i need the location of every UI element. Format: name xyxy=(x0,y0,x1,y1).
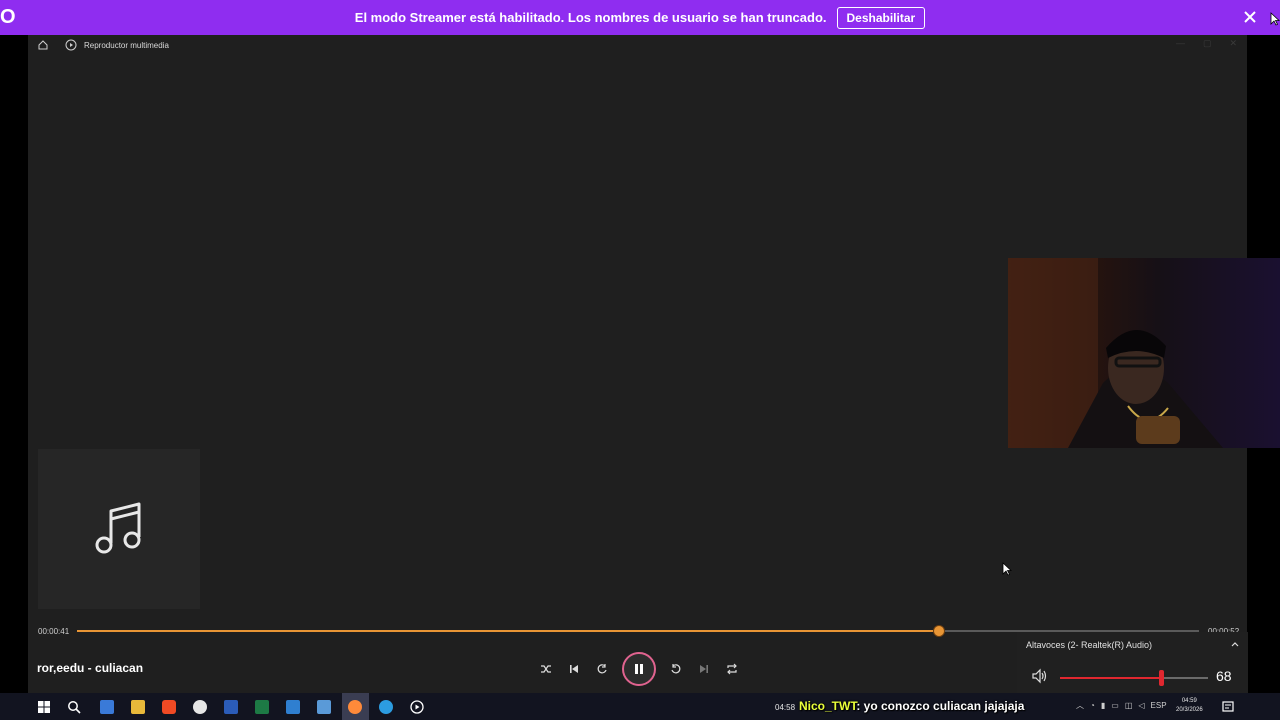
pause-icon xyxy=(635,664,643,674)
windows-start-icon[interactable] xyxy=(37,700,51,714)
close-icon[interactable] xyxy=(1242,9,1258,25)
app-title: Reproductor multimedia xyxy=(84,40,169,50)
brave-browser-icon[interactable] xyxy=(162,700,176,714)
mouse-cursor-icon xyxy=(1270,12,1280,26)
chevron-up-icon[interactable] xyxy=(1230,639,1240,649)
next-icon[interactable] xyxy=(696,661,712,677)
repeat-icon[interactable] xyxy=(724,661,740,677)
tray-app-icon[interactable]: ◔ xyxy=(1090,701,1095,710)
track-title: ror,eedu - culiacan xyxy=(37,661,144,675)
chat-username: Nico_TWT xyxy=(799,699,857,713)
media-player-taskbar-icon[interactable] xyxy=(410,700,424,714)
chevron-up-tray-icon[interactable]: ︿ xyxy=(1076,700,1084,711)
music-note-icon xyxy=(95,502,141,554)
webcam-overlay xyxy=(1008,258,1280,448)
home-icon[interactable] xyxy=(37,39,49,51)
chat-overlay-message: Nico_TWT: yo conozco culiacan jajajaja xyxy=(799,699,1024,713)
volume-tray-icon[interactable]: ◁ xyxy=(1138,701,1144,710)
notifications-icon[interactable] xyxy=(1221,700,1235,714)
forward-30-icon[interactable] xyxy=(668,661,684,677)
input-language[interactable]: ESP xyxy=(1151,701,1167,710)
seek-handle[interactable] xyxy=(933,626,944,636)
seek-progress xyxy=(77,630,939,632)
banner-message: El modo Streamer está habilitado. Los no… xyxy=(354,10,827,25)
mail-icon[interactable] xyxy=(286,700,300,714)
rewind-10-icon[interactable] xyxy=(594,661,610,677)
window-controls: — ▢ ✕ xyxy=(1176,38,1237,49)
clock-time: 04:59 xyxy=(1181,698,1197,704)
speaker-icon[interactable] xyxy=(1031,668,1049,684)
search-icon[interactable] xyxy=(67,700,81,714)
system-tray: ︿ ◔ ▮ ▭ ◫ ◁ ESP xyxy=(1076,700,1167,711)
close-window-icon[interactable]: ✕ xyxy=(1229,38,1237,49)
pause-button[interactable] xyxy=(622,652,656,686)
album-art-placeholder xyxy=(38,449,200,609)
playback-controls xyxy=(538,652,740,686)
microphone-icon[interactable]: ▮ xyxy=(1101,701,1105,710)
title-bar: Reproductor multimedia — ▢ ✕ xyxy=(28,35,1247,55)
streamer-mode-banner: O El modo Streamer está habilitado. Los … xyxy=(0,0,1280,35)
obs-icon[interactable] xyxy=(193,700,207,714)
discord-icon[interactable] xyxy=(348,700,362,714)
audio-device-label[interactable]: Altavoces (2- Realtek(R) Audio) xyxy=(1026,640,1152,650)
volume-level xyxy=(1060,677,1161,679)
edge-browser-icon[interactable] xyxy=(379,700,393,714)
mouse-cursor-icon xyxy=(1002,562,1012,576)
overlay-time: 04:58 xyxy=(775,703,796,712)
app-logo: O xyxy=(0,6,16,28)
volume-slider[interactable] xyxy=(1060,670,1208,686)
volume-value: 68 xyxy=(1216,668,1232,684)
minimize-icon[interactable]: — xyxy=(1176,38,1185,49)
media-player-icon xyxy=(65,39,77,51)
file-explorer-icon[interactable] xyxy=(131,700,145,714)
previous-icon[interactable] xyxy=(566,661,582,677)
word-icon[interactable] xyxy=(224,700,238,714)
battery-icon[interactable]: ▭ xyxy=(1111,701,1119,710)
network-icon[interactable]: ◫ xyxy=(1125,701,1133,710)
clock-date: 20/3/2026 xyxy=(1176,707,1203,713)
streamer-camera-feed xyxy=(1008,258,1223,448)
maximize-icon[interactable]: ▢ xyxy=(1203,38,1212,49)
excel-icon[interactable] xyxy=(255,700,269,714)
taskbar-clock[interactable]: 04:59 20/3/2026 xyxy=(1176,697,1203,715)
chat-text: : yo conozco culiacan jajajaja xyxy=(856,699,1025,713)
elapsed-time: 00:00:41 xyxy=(38,627,70,636)
shuffle-icon[interactable] xyxy=(538,661,554,677)
volume-handle[interactable] xyxy=(1158,670,1164,686)
photos-icon[interactable] xyxy=(317,700,331,714)
disable-streamer-mode-button[interactable]: Deshabilitar xyxy=(836,6,926,29)
volume-flyout: Altavoces (2- Realtek(R) Audio) 68 xyxy=(1017,632,1248,694)
task-view-icon[interactable] xyxy=(100,700,114,714)
taskbar: 04:58 ︿ ◔ ▮ ▭ ◫ ◁ ESP 04:59 20/3/2026 xyxy=(0,693,1280,720)
